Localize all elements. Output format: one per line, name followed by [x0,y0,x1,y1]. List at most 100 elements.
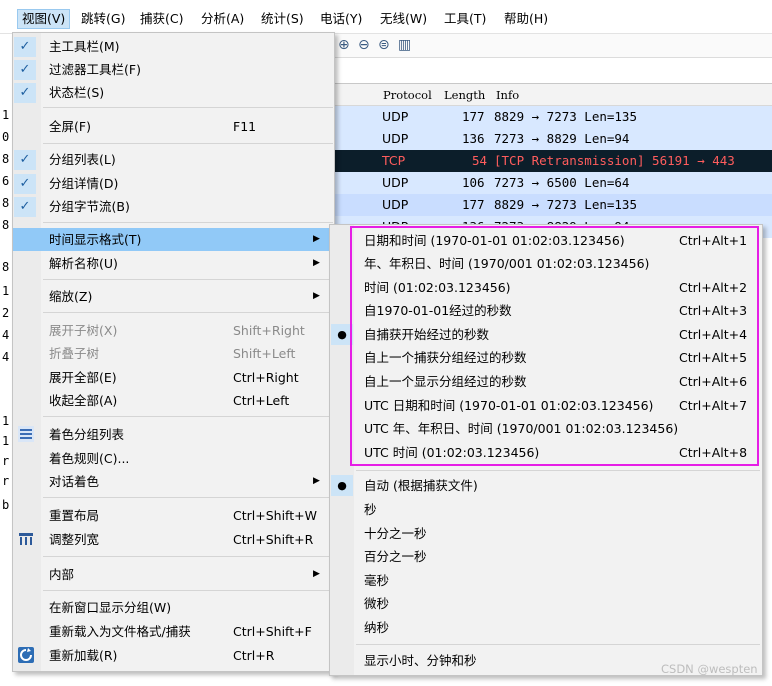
column-protocol[interactable]: Protocol [383,88,432,102]
precision-microseconds[interactable]: 微秒 [330,592,762,615]
menu-item-expand-subtrees[interactable]: 展开子树(X) Shift+Right [13,319,334,342]
zoom-normal-icon[interactable]: ⊜ [378,37,390,53]
precision-deciseconds[interactable]: 十分之一秒 [330,522,762,545]
menu-item-colorize-conversation[interactable]: 对话着色 ▶ [13,470,334,493]
menu-item-label: 重置布局 [49,508,100,523]
menu-separator [43,416,333,417]
menu-item-label: 展开全部(E) [49,370,117,385]
left-packet-numbers: 108 688 812 441 1rrb [0,34,12,686]
precision-milliseconds[interactable]: 毫秒 [330,569,762,592]
menu-item-filter-toolbar[interactable]: ✓ 过滤器工具栏(F) [13,58,334,81]
menu-item-zoom[interactable]: 缩放(Z) ▶ [13,285,334,308]
submenu-arrow-icon: ▶ [313,258,320,268]
packet-protocol: TCP [382,153,406,168]
resize-columns-icon [18,531,34,547]
menu-capture[interactable]: 捕获(C) [136,9,187,29]
menu-item-main-toolbar[interactable]: ✓ 主工具栏(M) [13,35,334,58]
menu-statistics[interactable]: 统计(S) [257,9,308,29]
checkmark-icon: ✓ [14,197,36,217]
packet-list-header: Protocol Length Info [334,84,772,106]
menu-item-label: 缩放(Z) [49,289,93,304]
menu-item-collapse-all[interactable]: 收起全部(A) Ctrl+Left [13,389,334,412]
menu-item-label: 主工具栏(M) [49,39,120,54]
packet-info: 8829 → 7273 Len=135 [494,109,637,124]
menu-item-colorize-packet-list[interactable]: 着色分组列表 [13,423,334,446]
menu-item-status-bar[interactable]: ✓ 状态栏(S) [13,81,334,104]
menu-item-reload-as-file-format[interactable]: 重新载入为文件格式/捕获 Ctrl+Shift+F [13,620,334,643]
menu-item-shortcut: Shift+Left [233,346,296,361]
menu-item-shortcut: F11 [233,119,257,134]
menu-separator [43,143,333,144]
menu-item-label: 全屏(F) [49,119,91,134]
menu-item-reset-layout[interactable]: 重置布局 Ctrl+Shift+W [13,504,334,527]
precision-automatic[interactable]: ● 自动 (根据捕获文件) [330,474,762,497]
submenu-arrow-icon: ▶ [313,569,320,579]
precision-nanoseconds[interactable]: 纳秒 [330,616,762,639]
annotation-highlight-box [350,226,759,466]
column-length[interactable]: Length [444,88,485,102]
menu-item-shortcut: Ctrl+Shift+F [233,624,312,639]
menu-item-label: 过滤器工具栏(F) [49,62,141,77]
packet-row[interactable]: UDP 177 8829 → 7273 Len=135 [334,194,772,216]
precision-centiseconds[interactable]: 百分之一秒 [330,545,762,568]
menu-item-label: 分组列表(L) [49,152,116,167]
menu-item-label: 自动 (根据捕获文件) [364,478,478,493]
menu-item-internals[interactable]: 内部 ▶ [13,563,334,586]
menu-item-label: 调整列宽 [49,532,100,547]
menu-item-label: 状态栏(S) [49,85,105,100]
menu-analyze[interactable]: 分析(A) [197,9,248,29]
display-filter-bar[interactable] [334,58,772,84]
resize-columns-icon[interactable]: ▥ [398,37,411,53]
menu-separator [356,470,760,471]
menu-item-resize-columns[interactable]: 调整列宽 Ctrl+Shift+R [13,528,334,551]
packet-row[interactable]: UDP 177 8829 → 7273 Len=135 [334,106,772,128]
menu-item-shortcut: Ctrl+Shift+R [233,532,314,547]
menu-item-time-display-format[interactable]: 时间显示格式(T) ▶ [13,228,334,251]
submenu-arrow-icon: ▶ [313,234,320,244]
menu-item-label: 微秒 [364,596,390,611]
menu-item-packet-list[interactable]: ✓ 分组列表(L) [13,148,334,171]
menu-item-coloring-rules[interactable]: 着色规则(C)... [13,447,334,470]
menu-item-reload[interactable]: 重新加载(R) Ctrl+R [13,644,334,667]
menu-item-fullscreen[interactable]: 全屏(F) F11 [13,115,334,138]
menu-item-label: 着色分组列表 [49,427,125,442]
menu-item-shortcut: Shift+Right [233,323,305,338]
menu-item-label: 对话着色 [49,474,100,489]
menu-separator [356,644,760,645]
packet-length: 136 [462,131,485,146]
packet-info: [TCP Retransmission] 56191 → 443 [494,153,735,168]
packet-length: 54 [472,153,488,168]
menu-separator [43,590,333,591]
menu-view[interactable]: 视图(V) [17,9,71,29]
menu-go[interactable]: 跳转(G) [77,9,129,29]
menu-item-expand-all[interactable]: 展开全部(E) Ctrl+Right [13,366,334,389]
menu-item-label: 十分之一秒 [364,526,427,541]
zoom-in-icon[interactable]: ⊕ [338,37,350,53]
menu-item-collapse-subtrees[interactable]: 折叠子树 Shift+Left [13,342,334,365]
menu-help[interactable]: 帮助(H) [500,9,552,29]
menu-item-shortcut: Ctrl+Right [233,370,299,385]
menu-item-label: 着色规则(C)... [49,451,130,466]
checkmark-icon: ✓ [14,37,36,57]
menu-tools[interactable]: 工具(T) [440,9,490,29]
zoom-out-icon[interactable]: ⊖ [358,37,370,53]
menu-separator [43,279,333,280]
menu-item-label: 显示小时、分钟和秒 [364,653,477,668]
menu-wireless[interactable]: 无线(W) [376,9,431,29]
column-info[interactable]: Info [496,88,519,102]
packet-row[interactable]: UDP 106 7273 → 6500 Len=64 [334,172,772,194]
packet-row[interactable]: TCP 54 [TCP Retransmission] 56191 → 443 [334,150,772,172]
menu-telephony[interactable]: 电话(Y) [316,9,366,29]
packet-row[interactable]: UDP 136 7273 → 8829 Len=94 [334,128,772,150]
view-menu: ✓ 主工具栏(M) ✓ 过滤器工具栏(F) ✓ 状态栏(S) 全屏(F) F11… [12,32,335,672]
colorize-list-icon [18,426,34,442]
menu-item-name-resolution[interactable]: 解析名称(U) ▶ [13,252,334,275]
packet-protocol: UDP [382,131,409,146]
menu-item-label: 秒 [364,502,377,517]
precision-seconds[interactable]: 秒 [330,498,762,521]
menu-item-show-packet-new-window[interactable]: 在新窗口显示分组(W) [13,596,334,619]
checkmark-icon: ✓ [14,150,36,170]
menu-item-packet-details[interactable]: ✓ 分组详情(D) [13,172,334,195]
radio-selected-icon: ● [331,475,353,496]
menu-item-packet-bytes[interactable]: ✓ 分组字节流(B) [13,195,334,218]
